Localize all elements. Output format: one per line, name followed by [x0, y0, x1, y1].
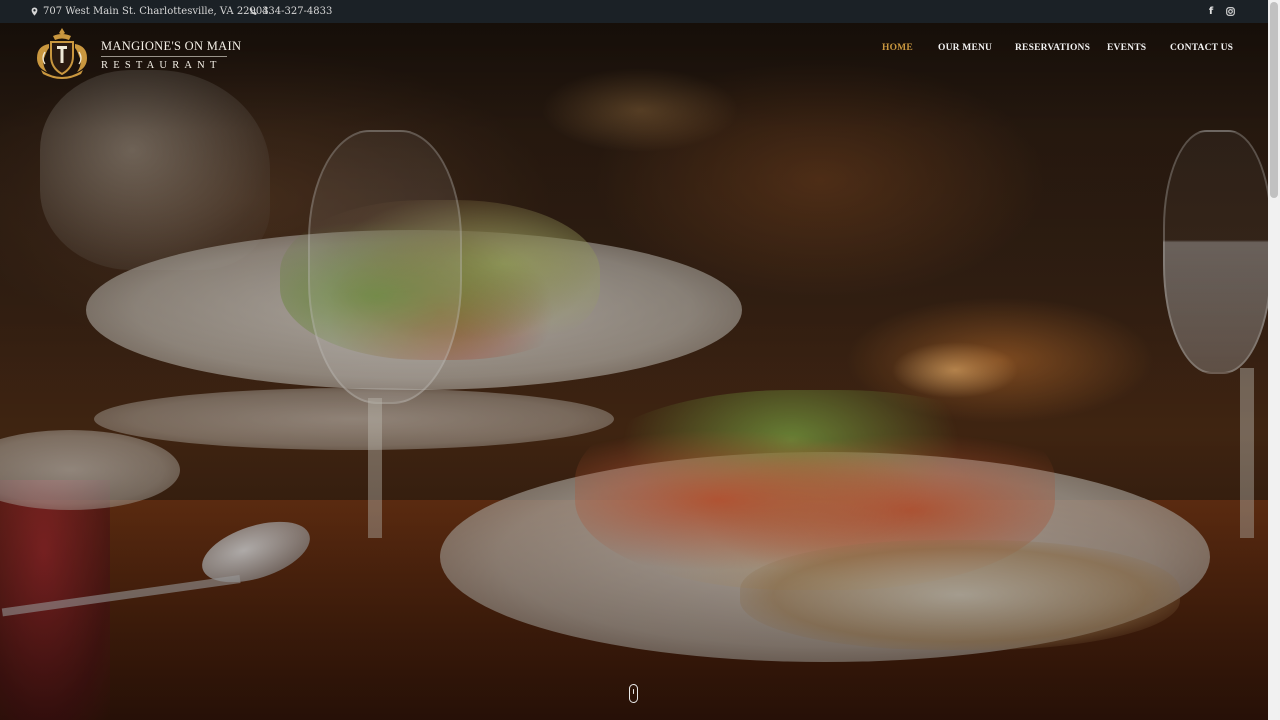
nav-our-menu[interactable]: OUR MENU — [938, 43, 992, 53]
phone-text: 434-327-4833 — [262, 6, 333, 17]
address-text: 707 West Main St. Charlottesville, VA 22… — [43, 6, 269, 17]
nav-contact-us[interactable]: CONTACT US — [1170, 43, 1233, 53]
phone-info[interactable]: 434-327-4833 — [249, 0, 332, 23]
mouse-scroll-icon[interactable] — [629, 684, 638, 703]
instagram-icon[interactable] — [1223, 0, 1237, 23]
facebook-icon[interactable]: f — [1204, 0, 1218, 23]
phone-icon — [249, 7, 257, 15]
address-info[interactable]: 707 West Main St. Charlottesville, VA 22… — [30, 0, 269, 23]
top-info-bar: 707 West Main St. Charlottesville, VA 22… — [0, 0, 1268, 23]
nav-home[interactable]: HOME — [882, 43, 913, 53]
instagram-glyph-icon — [1225, 7, 1235, 16]
page-scrollbar[interactable] — [1268, 0, 1280, 720]
main-navigation: HOME OUR MENU RESERVATIONS EVENTS CONTAC… — [0, 43, 1268, 57]
scroll-wheel — [632, 689, 634, 694]
nav-events[interactable]: EVENTS — [1107, 43, 1146, 53]
hero-background-image — [0, 0, 1268, 720]
brand-subtitle: RESTAURANT — [101, 59, 222, 71]
scrollbar-thumb[interactable] — [1270, 2, 1278, 198]
nav-reservations[interactable]: RESERVATIONS — [1015, 43, 1090, 53]
map-marker-icon — [31, 7, 38, 16]
